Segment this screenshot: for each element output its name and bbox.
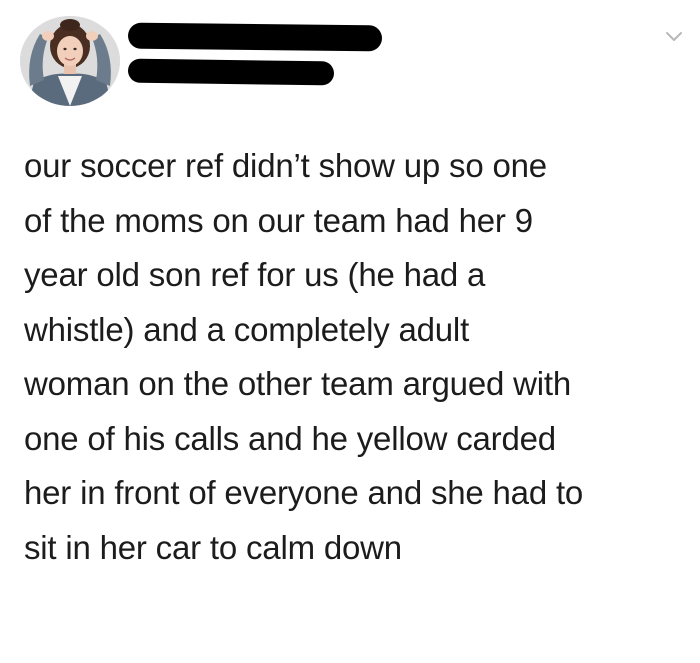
tweet-card: our soccer ref didn’t show up so one of … <box>0 0 700 663</box>
tweet-text-line: sit in her car to calm down <box>24 528 402 566</box>
chevron-down-icon[interactable] <box>664 28 684 44</box>
redacted-handle <box>127 58 335 86</box>
tweet-text-line: woman on the other team argued with <box>24 365 571 402</box>
avatar-image <box>20 16 120 106</box>
tweet-text-line: whistle) and a completely adult <box>24 310 470 348</box>
redacted-display-name <box>127 22 383 52</box>
avatar[interactable] <box>20 16 120 106</box>
tweet-text: our soccer ref didn’t show up so one of … <box>24 139 692 575</box>
tweet-text-line: of the moms on our team had her 9 <box>24 201 533 239</box>
tweet-text-line: one of his calls and he yellow carded <box>24 419 556 457</box>
tweet-text-line: her in front of everyone and she had to <box>24 474 584 511</box>
tweet-text-line: year old son ref for us (he had a <box>24 256 486 293</box>
tweet-text-line: our soccer ref didn’t show up so one <box>24 147 547 184</box>
